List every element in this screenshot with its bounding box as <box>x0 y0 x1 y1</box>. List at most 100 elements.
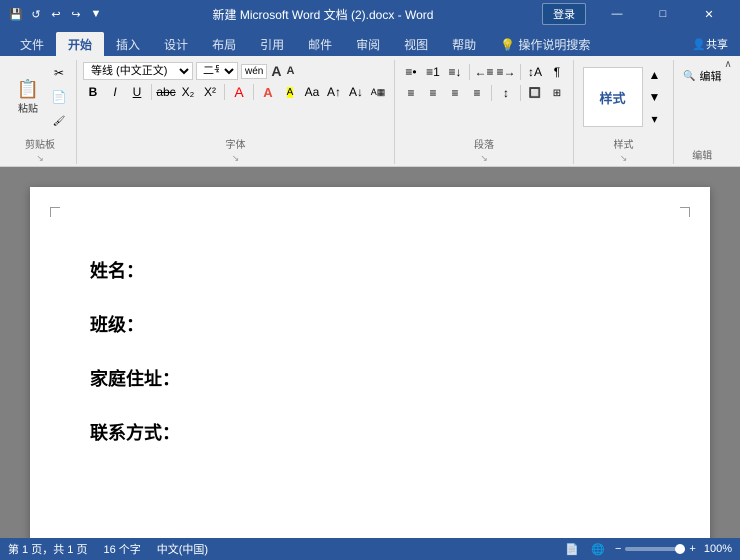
borders-button[interactable]: ⊞ <box>547 83 567 103</box>
zoom-in-button[interactable]: + <box>689 543 695 555</box>
styles-more-button[interactable]: ▾ <box>645 109 665 129</box>
highlight-button[interactable]: A <box>280 82 300 102</box>
zoom-level: 100% <box>704 543 732 555</box>
font-format-row: B I U abc X₂ X² A A <box>83 82 388 102</box>
font-name-select[interactable]: 等线 (中文正文) <box>83 62 193 80</box>
copy-button[interactable]: 📄 <box>48 86 70 108</box>
font-size-select[interactable]: 二号 <box>196 62 238 80</box>
grow-shrink-button[interactable]: A↑ <box>324 82 344 102</box>
paragraph-group: ≡• ≡1 ≡↓ ←≡ ≡→ ↕A ¶ ≡ ≡ <box>395 60 574 164</box>
italic-button[interactable]: I <box>105 82 125 102</box>
bold-button[interactable]: B <box>83 82 103 102</box>
paste-button[interactable]: 📋 粘贴 <box>10 67 46 127</box>
close-button[interactable]: ✕ <box>686 0 732 28</box>
paragraph-controls: ≡• ≡1 ≡↓ ←≡ ≡→ ↕A ¶ ≡ ≡ <box>401 60 567 134</box>
tab-home[interactable]: 开始 <box>56 32 104 56</box>
char-count[interactable]: 16 个字 <box>103 541 140 557</box>
find-button[interactable]: 🔍 编辑 <box>680 62 724 90</box>
page-corner-top-left <box>50 207 60 217</box>
styles-group: 样式 ▲ ▼ ▾ 样式 ↘ <box>574 60 674 164</box>
styles-expand[interactable]: ↘ <box>620 153 628 164</box>
tab-design[interactable]: 设计 <box>152 32 200 56</box>
separator-3 <box>253 84 254 100</box>
font-color2-button[interactable]: Aa <box>302 82 322 102</box>
styles-nav: ▲ ▼ ▾ <box>645 65 665 129</box>
subscript-button[interactable]: X₂ <box>178 82 198 102</box>
format-painter-button[interactable]: 🖌 <box>48 110 70 132</box>
styles-preview[interactable]: 样式 <box>583 67 643 127</box>
zoom-box: − + 100% <box>615 543 732 555</box>
view-web-button[interactable]: 🌐 <box>589 540 607 558</box>
separator-5 <box>520 64 521 80</box>
view-print-button[interactable]: 📄 <box>563 540 581 558</box>
show-marks-button[interactable]: ¶ <box>547 62 567 82</box>
phonetic-button[interactable]: wén <box>241 64 267 79</box>
align-right-button[interactable]: ≡ <box>445 83 465 103</box>
save-icon[interactable]: 💾 <box>8 6 24 22</box>
language[interactable]: 中文(中国) <box>157 541 208 557</box>
align-center-button[interactable]: ≡ <box>423 83 443 103</box>
line-spacing-button[interactable]: ↕ <box>496 83 516 103</box>
dropdown-icon[interactable]: ▼ <box>88 6 104 22</box>
minimize-button[interactable]: — <box>594 0 640 28</box>
separator-6 <box>491 85 492 101</box>
effects-button[interactable]: A▦ <box>368 82 388 102</box>
shading-button[interactable]: 🔲 <box>525 83 545 103</box>
tab-layout[interactable]: 布局 <box>200 32 248 56</box>
increase-font-button[interactable]: A <box>270 62 282 80</box>
paragraph-expand[interactable]: ↘ <box>480 153 488 164</box>
page-info[interactable]: 第 1 页，共 1 页 <box>8 541 87 557</box>
styles-down-button[interactable]: ▼ <box>645 87 665 107</box>
quick-access-toolbar: 💾 ↺ ↩ ↪ ▼ <box>8 6 104 22</box>
sort-button[interactable]: ↕A <box>525 62 545 82</box>
zoom-out-button[interactable]: − <box>615 543 621 555</box>
document-page: 姓名： 班级： 家庭住址： 联系方式： <box>30 187 710 538</box>
justify-button[interactable]: ≡ <box>467 83 487 103</box>
separator-7 <box>520 85 521 101</box>
redo-icon[interactable]: ↪ <box>68 6 84 22</box>
maximize-button[interactable]: □ <box>640 0 686 28</box>
multilevel-button[interactable]: ≡↓ <box>445 62 465 82</box>
decrease-indent-button[interactable]: ←≡ <box>474 62 494 82</box>
tab-references[interactable]: 引用 <box>248 32 296 56</box>
share-icon: 👤 <box>692 38 706 51</box>
separator-2 <box>224 84 225 100</box>
zoom-slider[interactable] <box>625 547 685 551</box>
login-button[interactable]: 登录 <box>542 3 586 25</box>
tab-insert[interactable]: 插入 <box>104 32 152 56</box>
tab-mailings[interactable]: 邮件 <box>296 32 344 56</box>
bullets-button[interactable]: ≡• <box>401 62 421 82</box>
strikethrough-button[interactable]: abc <box>156 82 176 102</box>
styles-label-text: 样式 <box>580 134 667 153</box>
tab-review[interactable]: 审阅 <box>344 32 392 56</box>
font-group: 等线 (中文正文) 二号 wén A A B I U <box>77 60 395 164</box>
clear-format-button[interactable]: A <box>229 82 249 102</box>
paragraph-label: 段落 <box>401 134 567 153</box>
clipboard-expand[interactable]: ↘ <box>36 153 44 164</box>
clipboard-label: 剪贴板 <box>10 134 70 153</box>
tab-view[interactable]: 视图 <box>392 32 440 56</box>
tab-help[interactable]: 帮助 <box>440 32 488 56</box>
font-label: 字体 <box>83 134 388 153</box>
numbering-button[interactable]: ≡1 <box>423 62 443 82</box>
document-area[interactable]: 姓名： 班级： 家庭住址： 联系方式： <box>0 167 740 538</box>
font-color-button[interactable]: A <box>258 82 278 102</box>
underline-button[interactable]: U <box>127 82 147 102</box>
tab-file[interactable]: 文件 <box>8 32 56 56</box>
undo-icon[interactable]: ↩ <box>48 6 64 22</box>
styles-up-button[interactable]: ▲ <box>645 65 665 85</box>
superscript-button[interactable]: X² <box>200 82 220 102</box>
align-left-button[interactable]: ≡ <box>401 83 421 103</box>
cut-button[interactable]: ✂ <box>48 62 70 84</box>
shrink-button[interactable]: A↓ <box>346 82 366 102</box>
ribbon-content-area: 📋 粘贴 ✂ 📄 🖌 剪贴板 ↘ <box>0 56 740 167</box>
tab-search[interactable]: 💡 操作说明搜索 <box>488 32 602 56</box>
share-button[interactable]: 👤 共享 <box>684 32 736 56</box>
ribbon: 📋 粘贴 ✂ 📄 🖌 剪贴板 ↘ <box>0 56 740 167</box>
undo-history-icon[interactable]: ↺ <box>28 6 44 22</box>
ribbon-collapse-button[interactable]: ∧ <box>720 56 736 72</box>
font-expand[interactable]: ↘ <box>232 153 240 164</box>
increase-indent-button[interactable]: ≡→ <box>496 62 516 82</box>
decrease-font-button[interactable]: A <box>285 64 295 78</box>
editing-label: 编辑 <box>680 145 724 164</box>
